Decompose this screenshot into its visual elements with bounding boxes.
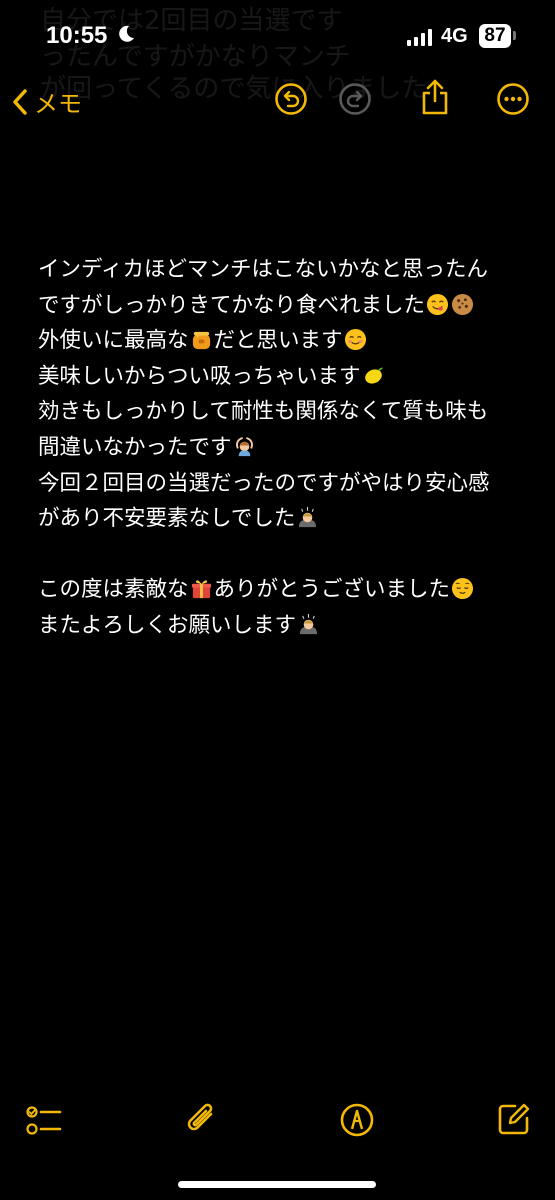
note-line: があり不安要素なしでした <box>38 501 528 537</box>
compose-icon[interactable] <box>497 1102 531 1136</box>
honey-pot-emoji <box>190 328 213 351</box>
note-body[interactable]: インディカほどマンチはこないかなと思ったん ですがしっかりきてかなり食べれました… <box>38 252 528 644</box>
note-line-blank <box>38 537 528 573</box>
gift-emoji <box>190 577 213 600</box>
note-line: 今回２回目の当選だったのですがやはり安心感 <box>38 470 490 496</box>
person-gesturing-ok-emoji <box>233 435 256 458</box>
smiling-face-emoji <box>344 328 367 351</box>
note-line: 美味しいからつい吸っちゃいます <box>38 359 528 395</box>
note-line: 間違いなかったです <box>38 430 528 466</box>
yum-face-emoji <box>426 293 449 316</box>
network-type: 4G <box>441 25 468 47</box>
note-line: インディカほどマンチはこないかなと思ったん <box>38 257 488 282</box>
nav-bar: メモ <box>0 78 555 122</box>
paperclip-icon[interactable] <box>184 1100 220 1140</box>
note-line: 効きもしっかりして耐性も関係なくて質も味も <box>38 399 489 425</box>
note-line: またよろしくお願いします <box>38 608 528 644</box>
signal-icon <box>407 28 432 46</box>
relieved-face-emoji <box>451 577 474 600</box>
ghost-text-line: 自分では2回目の当選です <box>40 6 343 36</box>
undo-icon[interactable] <box>274 82 308 116</box>
note-line: この度は素敵な ありがとうございました <box>38 572 528 608</box>
home-indicator[interactable] <box>178 1181 376 1188</box>
person-bowing-emoji <box>296 506 319 529</box>
redo-icon[interactable] <box>338 82 372 116</box>
note-line: ですがしっかりきてかなり食べれました <box>38 288 528 324</box>
back-label: メモ <box>34 90 82 118</box>
share-icon[interactable] <box>420 78 450 116</box>
battery-icon: 87 <box>479 24 511 48</box>
bottom-toolbar <box>0 1100 555 1144</box>
lemon-emoji <box>362 364 385 387</box>
chevron-left-icon <box>13 88 27 115</box>
markup-pen-icon[interactable] <box>339 1102 375 1138</box>
back-button[interactable]: メモ <box>12 84 82 119</box>
cookie-emoji <box>451 293 474 316</box>
battery-tip <box>513 31 516 40</box>
checklist-icon[interactable] <box>26 1104 64 1138</box>
note-line: 外使いに最高な だと思います <box>38 323 528 359</box>
person-bowing-emoji <box>297 613 320 636</box>
more-icon[interactable] <box>496 82 530 116</box>
